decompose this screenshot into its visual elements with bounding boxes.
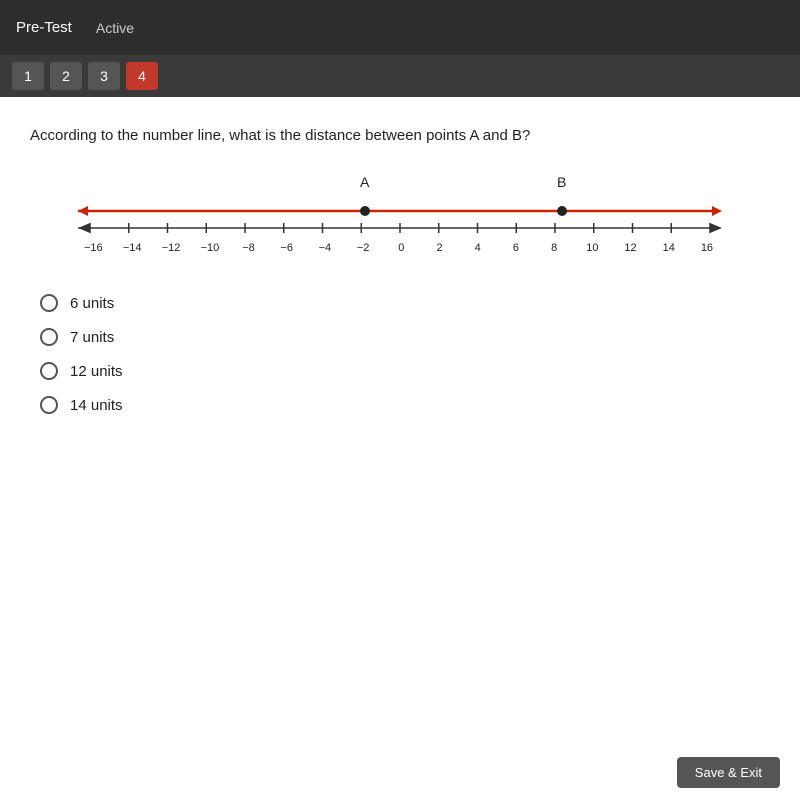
header-status: Active (96, 20, 134, 36)
num-neg10: −10 (201, 242, 220, 254)
num-10: 10 (583, 242, 601, 254)
num-14: 14 (660, 242, 678, 254)
num-neg2: −2 (354, 242, 372, 254)
point-b-label: B (557, 174, 566, 190)
num-neg14: −14 (123, 242, 142, 254)
tick-line-svg (70, 220, 730, 242)
number-line-container: A B (70, 174, 730, 264)
num-neg4: −4 (316, 242, 334, 254)
tab-4[interactable]: 4 (126, 62, 158, 90)
num-4: 4 (469, 242, 487, 254)
tab-2[interactable]: 2 (50, 62, 82, 90)
choice-c[interactable]: 12 units (40, 362, 770, 380)
num-neg16: −16 (84, 242, 103, 254)
num-16: 16 (698, 242, 716, 254)
num-6: 6 (507, 242, 525, 254)
content-area: According to the number line, what is th… (0, 97, 800, 800)
header-bar: Pre-Test Active (0, 0, 800, 55)
num-12: 12 (622, 242, 640, 254)
choice-d-label: 14 units (70, 397, 123, 414)
radio-d[interactable] (40, 396, 58, 414)
red-line-svg (70, 202, 730, 220)
choice-b[interactable]: 7 units (40, 328, 770, 346)
choice-a-label: 6 units (70, 295, 114, 312)
number-labels: −16 −14 −12 −10 −8 −6 −4 −2 0 2 4 6 8 10… (70, 242, 730, 254)
choice-d[interactable]: 14 units (40, 396, 770, 414)
point-a-label: A (360, 174, 369, 190)
num-8: 8 (545, 242, 563, 254)
num-neg6: −6 (278, 242, 296, 254)
num-2: 2 (431, 242, 449, 254)
tab-bar: 1 2 3 4 (0, 55, 800, 97)
choice-a[interactable]: 6 units (40, 294, 770, 312)
point-labels: A B (70, 174, 730, 196)
tab-3[interactable]: 3 (88, 62, 120, 90)
tab-1[interactable]: 1 (12, 62, 44, 90)
question-text: According to the number line, what is th… (30, 125, 770, 146)
save-exit-button[interactable]: Save & Exit (677, 757, 780, 788)
header-title: Pre-Test (16, 19, 72, 36)
radio-b[interactable] (40, 328, 58, 346)
num-neg8: −8 (240, 242, 258, 254)
choice-b-label: 7 units (70, 329, 114, 346)
radio-c[interactable] (40, 362, 58, 380)
choice-c-label: 12 units (70, 363, 123, 380)
num-0: 0 (392, 242, 410, 254)
num-neg12: −12 (162, 242, 181, 254)
radio-a[interactable] (40, 294, 58, 312)
bottom-bar: Save & Exit (657, 745, 800, 800)
answer-choices: 6 units 7 units 12 units 14 units (30, 294, 770, 414)
